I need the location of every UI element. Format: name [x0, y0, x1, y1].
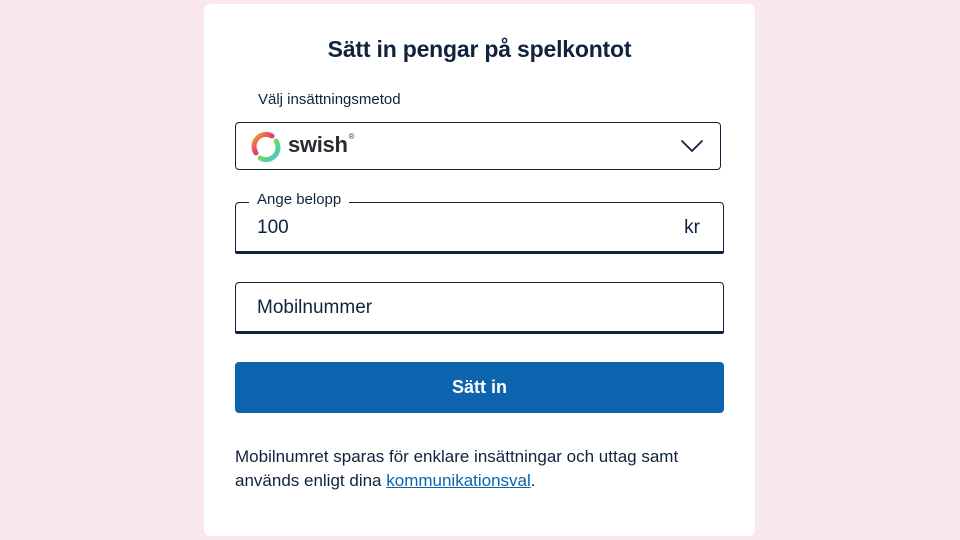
swish-logo-icon	[251, 131, 281, 163]
page-title: Sätt in pengar på spelkontot	[327, 36, 632, 62]
deposit-submit-button[interactable]: Sätt in	[235, 362, 724, 413]
deposit-card: Sätt in pengar på spelkontot Välj insätt…	[204, 4, 755, 536]
payment-method-select[interactable]: swish®	[235, 122, 721, 170]
chevron-down-icon	[681, 140, 703, 152]
phone-number-input[interactable]: Mobilnummer	[235, 282, 724, 334]
communication-preferences-link[interactable]: kommunikationsval	[386, 471, 531, 490]
currency-unit: kr	[684, 217, 700, 238]
selected-method-label: swish®	[288, 132, 355, 158]
registered-mark: ®	[348, 132, 355, 141]
amount-value: 100	[257, 217, 289, 238]
selected-method-name: swish	[288, 132, 348, 157]
info-text: Mobilnumret sparas för enklare insättnin…	[235, 445, 730, 493]
payment-method-label: Välj insättningsmetod	[258, 91, 401, 108]
amount-input[interactable]: Ange belopp 100 kr	[235, 191, 724, 254]
amount-label: Ange belopp	[249, 191, 350, 208]
phone-number-placeholder: Mobilnummer	[257, 297, 373, 318]
info-text-after: .	[530, 471, 536, 490]
